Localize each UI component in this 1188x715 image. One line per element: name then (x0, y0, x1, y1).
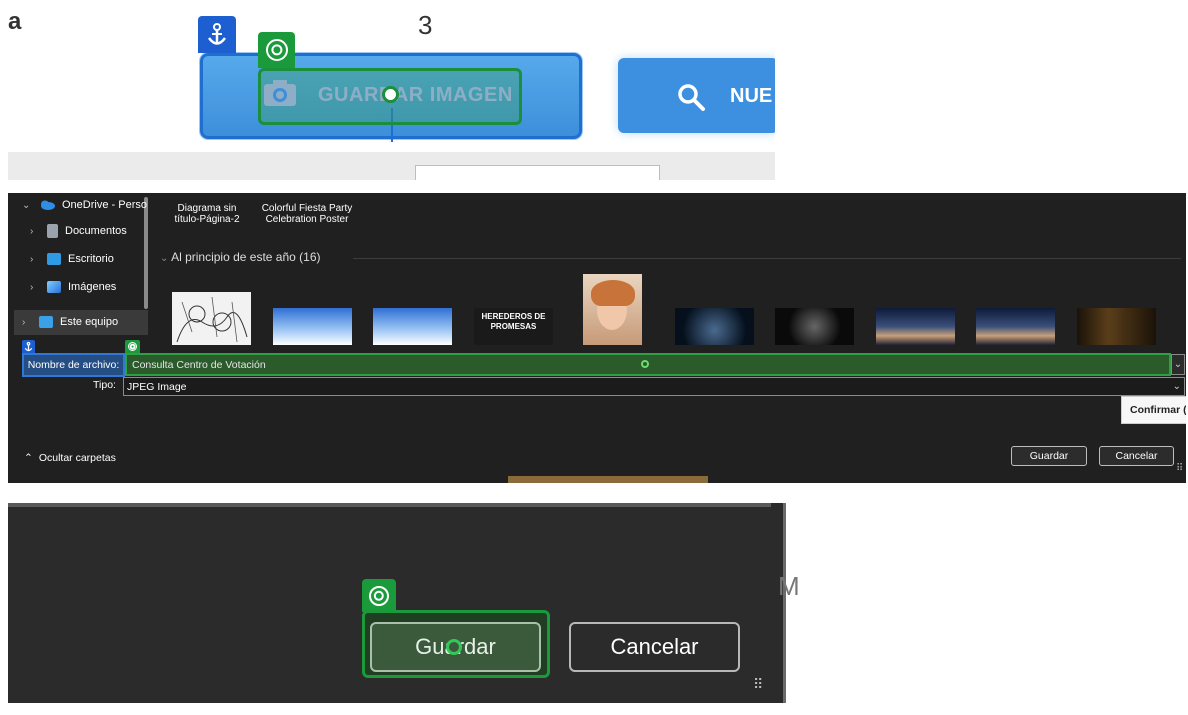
thumbnail-text: HEREDEROS DE PROMESAS (481, 312, 546, 331)
filename-dropdown-button[interactable]: ⌄ (1171, 354, 1185, 375)
file-thumbnail[interactable] (273, 308, 352, 345)
sidebar-item-label: Este equipo (60, 316, 119, 328)
file-caption[interactable]: Diagrama sin título-Página-2 (172, 203, 242, 225)
type-label: Tipo: (93, 379, 116, 391)
computer-icon (39, 316, 53, 328)
anchor-tag (198, 16, 236, 53)
section-title: Al principio de este año (16) (171, 250, 321, 264)
target-crosshair-icon (382, 86, 399, 103)
save-image-label: GUARDAR IMAGEN (318, 84, 513, 106)
chevron-down-icon: ⌄ (1173, 359, 1183, 370)
file-caption[interactable]: Colorful Fiesta Party Celebration Poster (256, 203, 358, 225)
document-icon (47, 224, 58, 238)
zoom-panel-save-button: M Guardar Cancelar ⠿ (8, 493, 798, 715)
cancel-button-label: Cancelar (610, 634, 699, 659)
new-search-label: NUE (730, 85, 773, 107)
sidebar-item-documentos[interactable]: › Documentos (30, 219, 127, 243)
pictures-icon (47, 281, 61, 293)
target-crosshair-icon (641, 360, 649, 368)
target-ring-icon (128, 342, 137, 351)
chevron-down-icon[interactable]: ⌄ (22, 200, 32, 211)
section-divider (353, 258, 1181, 259)
navigation-sidebar: ⌄ OneDrive - Perso › Documentos › Escrit… (8, 193, 148, 345)
chevron-right-icon[interactable]: › (22, 317, 32, 328)
desktop-icon (47, 253, 61, 265)
file-thumbnail[interactable] (172, 292, 251, 345)
sidebar-item-imagenes[interactable]: › Imágenes (30, 275, 116, 299)
chevron-right-icon[interactable]: › (30, 226, 40, 237)
sidebar-item-escritorio[interactable]: › Escritorio (30, 247, 114, 271)
file-thumbnail[interactable] (373, 308, 452, 345)
confirm-tooltip: Confirmar ( (1121, 396, 1186, 424)
sidebar-item-onedrive[interactable]: ⌄ OneDrive - Perso (22, 193, 147, 217)
resize-grip-icon[interactable]: ⠿ (1176, 463, 1183, 474)
zoom-panel-save-image: a 3 GUARDAR IMAGEN NUE (0, 0, 775, 180)
footer-top-border (8, 503, 771, 507)
cancel-button-zoomed[interactable]: Cancelar (569, 622, 740, 672)
save-file-dialog: ⌄ OneDrive - Perso › Documentos › Escrit… (8, 193, 1186, 483)
anchor-tag (22, 340, 35, 353)
filename-value: Consulta Centro de Votación (132, 358, 266, 371)
sidebar-item-label: Documentos (65, 225, 127, 237)
resize-grip-icon[interactable]: ⠿ (753, 676, 763, 693)
save-button[interactable]: Guardar (1011, 446, 1087, 466)
sketch-image (176, 296, 248, 343)
file-type-value: JPEG Image (127, 380, 187, 393)
chevron-up-icon: ⌃ (24, 452, 33, 464)
target-tag (125, 340, 140, 353)
file-thumbnail[interactable] (583, 274, 642, 345)
portrait-hair (591, 280, 635, 306)
footer-right-border (783, 503, 786, 703)
section-header[interactable]: ⌄ Al principio de este año (16) (160, 250, 320, 264)
new-search-button[interactable]: NUE (618, 58, 775, 133)
file-thumbnail[interactable] (675, 308, 754, 345)
background-page-strip (508, 476, 708, 483)
cloud-icon (41, 200, 55, 210)
file-thumbnail[interactable]: HEREDEROS DE PROMESAS (474, 308, 553, 345)
step-number: 3 (418, 10, 433, 40)
cancel-button[interactable]: Cancelar (1099, 446, 1174, 466)
file-thumbnail[interactable] (1077, 308, 1156, 345)
page-input-box (415, 165, 660, 180)
chevron-down-icon: ⌄ (160, 253, 169, 264)
target-crosshair-icon (446, 639, 462, 655)
panel-letter: a (8, 8, 22, 35)
anchor-icon (207, 22, 227, 45)
search-icon (678, 84, 705, 111)
chevron-down-icon: ⌄ (1172, 381, 1181, 392)
chevron-right-icon[interactable]: › (30, 254, 40, 265)
target-ring-icon (369, 585, 389, 606)
chevron-right-icon[interactable]: › (30, 282, 40, 293)
target-ring-icon (265, 39, 288, 61)
hide-folders-button[interactable]: ⌃ Ocultar carpetas (24, 452, 116, 464)
anchor-icon (24, 341, 33, 351)
background-letter: M (778, 571, 798, 601)
target-tag (362, 579, 396, 612)
sidebar-item-label: Imágenes (68, 281, 117, 293)
filename-label: Nombre de archivo: (22, 353, 125, 377)
hide-folders-label: Ocultar carpetas (38, 452, 116, 464)
target-tag (258, 32, 295, 68)
sidebar-item-label: Escritorio (68, 253, 114, 265)
file-thumbnail[interactable] (876, 308, 955, 345)
file-type-select[interactable]: JPEG Image ⌄ (123, 377, 1185, 396)
sidebar-item-este-equipo[interactable]: › Este equipo (22, 310, 118, 334)
sidebar-item-label: OneDrive - Perso (62, 199, 147, 211)
file-thumbnail[interactable] (976, 308, 1055, 345)
file-thumbnail[interactable] (775, 308, 854, 345)
camera-icon (264, 80, 296, 106)
